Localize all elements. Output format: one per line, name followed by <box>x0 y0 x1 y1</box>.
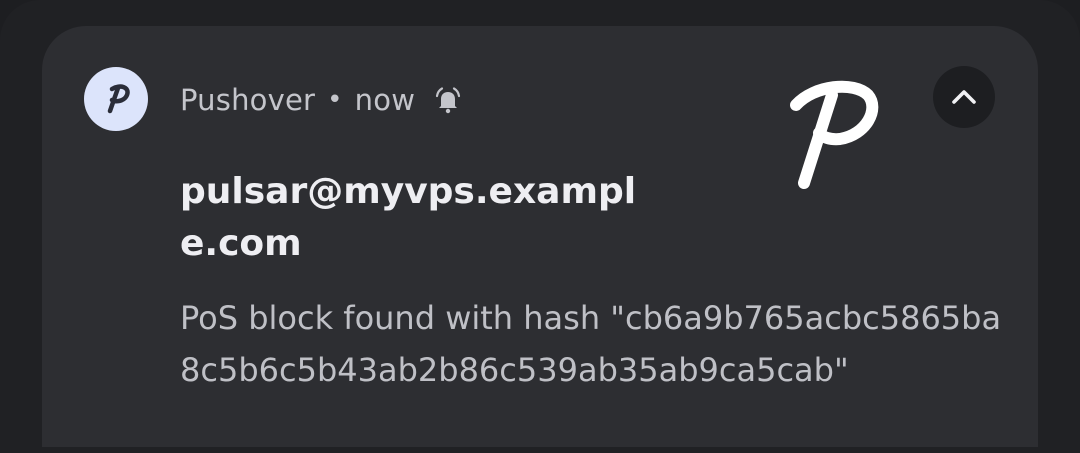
pushover-p-logo-icon <box>107 84 130 114</box>
pushover-p-logo-icon <box>790 80 879 189</box>
header-separator: • <box>327 85 343 115</box>
chevron-up-icon <box>952 90 976 104</box>
notification-body: PoS block found with hash "cb6a9b765acbc… <box>180 299 1002 389</box>
notification-shade: Pushover • now pulsar@myvps.example.com … <box>0 0 1080 453</box>
app-name: Pushover <box>180 83 316 117</box>
notification-title: pulsar@myvps.example.com <box>180 171 637 264</box>
notification-header: Pushover • now <box>180 78 463 122</box>
notification-card[interactable]: Pushover • now pulsar@myvps.example.com … <box>42 26 1038 447</box>
notification-time: now <box>354 83 416 117</box>
notification-large-icon <box>764 68 894 198</box>
pushover-app-icon <box>84 67 148 131</box>
bell-ringing-icon <box>433 85 463 115</box>
collapse-button[interactable] <box>933 66 995 128</box>
